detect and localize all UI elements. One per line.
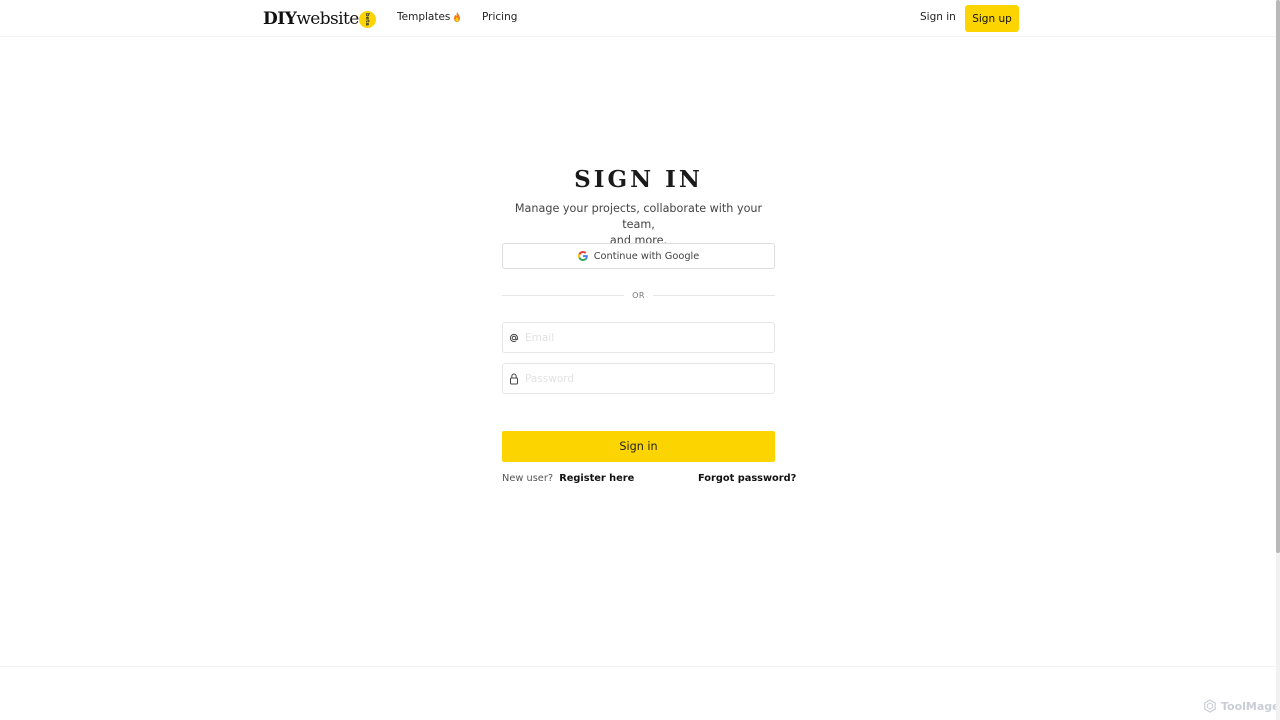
nav-pricing-link[interactable]: Pricing: [482, 11, 517, 23]
at-icon: [503, 333, 525, 343]
divider-line-left: [502, 294, 625, 296]
sign-in-button[interactable]: Sign in: [502, 431, 775, 462]
or-text: OR: [632, 290, 645, 300]
forgot-password-link[interactable]: Forgot password?: [698, 473, 796, 484]
watermark-text: ToolMage: [1221, 699, 1280, 713]
logo-diy-text: DIY: [263, 9, 297, 29]
google-icon: [577, 251, 588, 261]
new-user-text: New user? Register here: [502, 473, 634, 484]
nav-templates-link[interactable]: Templates: [397, 11, 461, 23]
password-field[interactable]: [502, 363, 775, 394]
lock-icon: [503, 372, 525, 385]
password-input[interactable]: [525, 364, 774, 393]
email-input[interactable]: [525, 323, 774, 352]
footer-divider: [0, 666, 1276, 667]
continue-with-google-button[interactable]: Continue with Google: [502, 243, 775, 269]
top-navbar: DIY website beta Templates Pricing Sign …: [0, 0, 1276, 37]
page-title: SIGN IN: [574, 166, 703, 193]
page-subtitle: Manage your projects, collaborate with y…: [502, 201, 775, 249]
new-user-label: New user?: [502, 473, 554, 484]
subtitle-line-1: Manage your projects, collaborate with y…: [514, 202, 763, 231]
or-divider: OR: [502, 289, 776, 301]
header-signup-button[interactable]: Sign up: [965, 5, 1019, 32]
scrollbar-thumb[interactable]: [1276, 0, 1280, 553]
logo[interactable]: DIY website beta: [263, 7, 376, 31]
register-link[interactable]: Register here: [559, 473, 634, 484]
logo-badge: beta: [358, 10, 376, 28]
watermark-logo-icon: [1204, 699, 1216, 713]
flame-icon: [454, 12, 461, 22]
nav-templates-label: Templates: [397, 11, 451, 23]
google-button-label: Continue with Google: [593, 250, 700, 262]
watermark: ToolMage: [1203, 699, 1280, 713]
email-field[interactable]: [502, 322, 775, 353]
divider-line-right: [652, 294, 776, 296]
header-signin-link[interactable]: Sign in: [920, 11, 956, 23]
logo-website-text: website: [296, 9, 359, 29]
